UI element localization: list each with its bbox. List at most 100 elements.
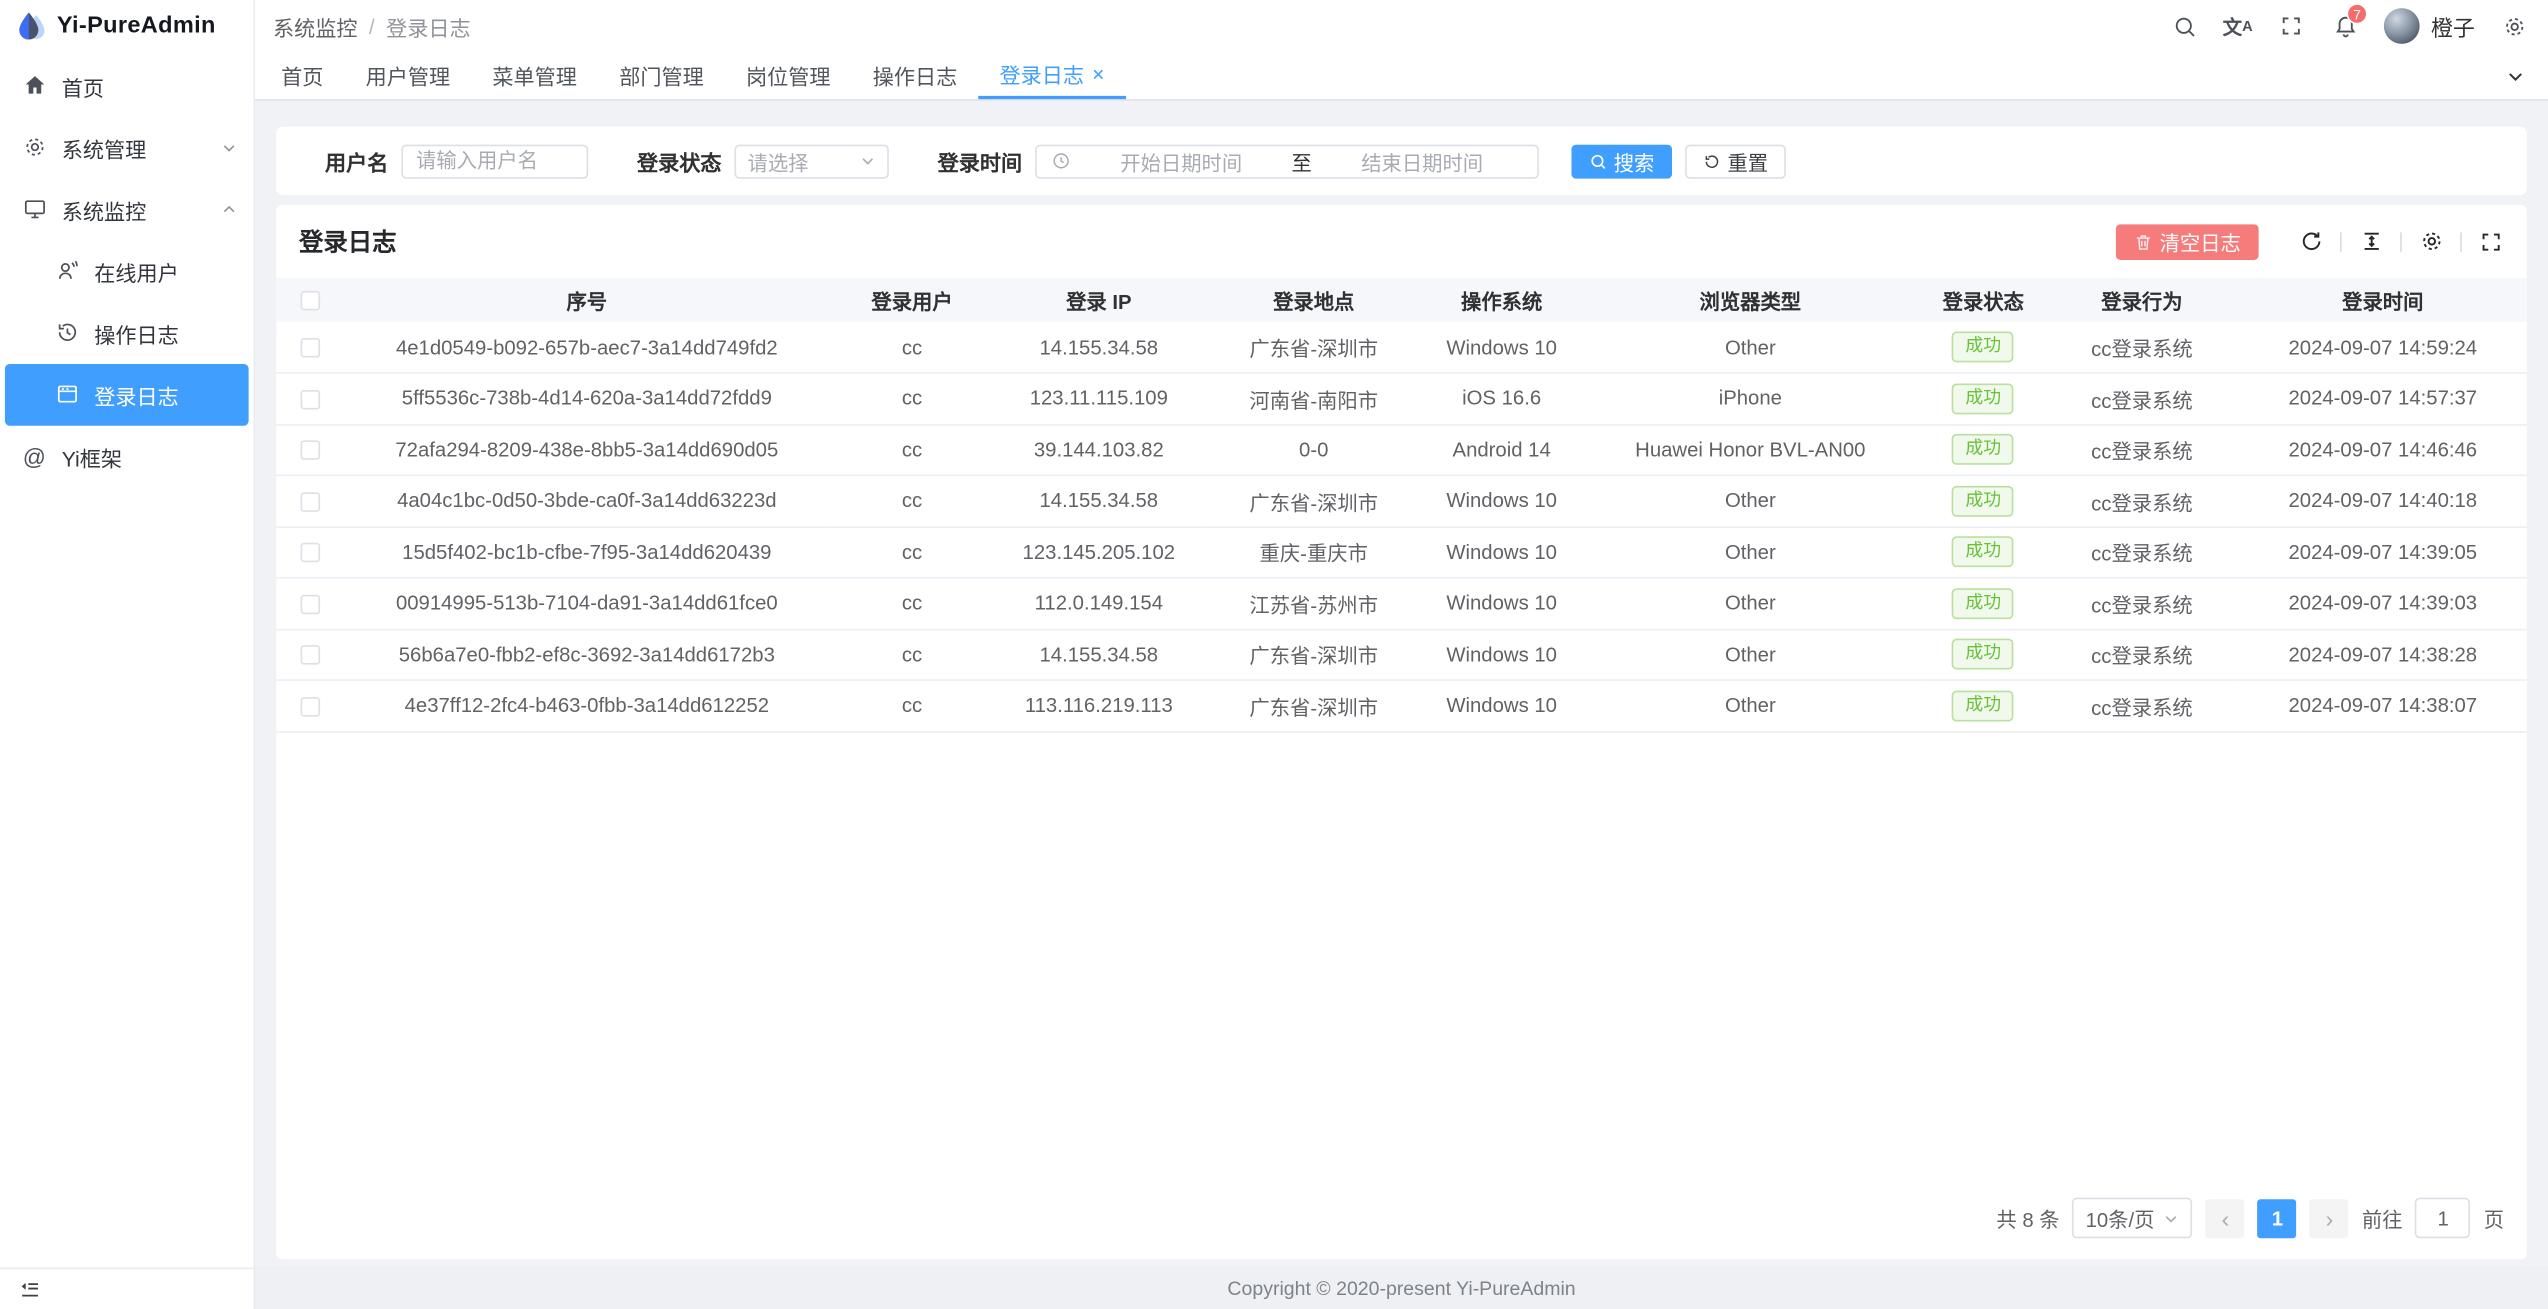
cell-location: 重庆-重庆市 (1203, 527, 1424, 578)
row-checkbox[interactable] (300, 390, 320, 410)
cell-ip: 113.116.219.113 (994, 680, 1203, 731)
reset-button[interactable]: 重置 (1685, 144, 1786, 178)
search-button[interactable]: 搜索 (1571, 144, 1672, 178)
goto-unit-label: 页 (2484, 1203, 2504, 1234)
column-header: 登录 IP (994, 278, 1203, 322)
tab-item[interactable]: 用户管理 (345, 52, 472, 99)
cell-browser: Other (1579, 578, 1921, 629)
table-row: 4a04c1bc-0d50-3bde-ca0f-3a14dd63223dcc14… (276, 475, 2527, 526)
chevron-down-icon (2164, 1210, 2180, 1226)
panel-header: 登录日志 清空日志 (276, 205, 2527, 278)
cell-location: 广东省-深圳市 (1203, 475, 1424, 526)
login-status-select[interactable]: 请选择 (735, 144, 889, 178)
prev-page-button[interactable]: ‹ (2206, 1198, 2245, 1237)
column-settings-gear-icon[interactable] (2418, 228, 2444, 254)
cell-time: 2024-09-07 14:59:24 (2239, 322, 2527, 373)
cell-behavior: cc登录系统 (2045, 475, 2239, 526)
table-row: 5ff5536c-738b-4d14-620a-3a14dd72fdd9cc12… (276, 373, 2527, 424)
cell-time: 2024-09-07 14:57:37 (2239, 373, 2527, 424)
fullscreen-icon[interactable] (2478, 228, 2504, 254)
fullscreen-icon[interactable] (2277, 11, 2306, 40)
cell-ip: 123.145.205.102 (994, 527, 1203, 578)
tab-label: 登录日志 (1000, 59, 1085, 90)
row-checkbox[interactable] (300, 492, 320, 512)
row-checkbox[interactable] (300, 543, 320, 563)
user-menu[interactable]: 橙子 (2384, 8, 2475, 44)
search-icon (1589, 152, 1607, 170)
row-checkbox[interactable] (300, 338, 320, 358)
divider (2340, 232, 2342, 252)
status-badge: 成功 (1952, 690, 2014, 721)
cell-time: 2024-09-07 14:38:07 (2239, 680, 2527, 731)
cell-browser: Other (1579, 527, 1921, 578)
sidebar-item-label: 系统管理 (62, 132, 147, 163)
select-all-checkbox[interactable] (300, 291, 320, 311)
row-checkbox[interactable] (300, 595, 320, 615)
tab-close-icon[interactable]: × (1092, 64, 1104, 84)
sidebar-item-label: 在线用户 (94, 256, 179, 287)
density-icon[interactable] (2358, 228, 2384, 254)
goto-page-input[interactable] (2416, 1198, 2471, 1239)
sidebar-item-online-users[interactable]: 在线用户 (0, 241, 254, 303)
next-page-button[interactable]: › (2310, 1198, 2349, 1237)
tab-item[interactable]: 登录日志 × (978, 52, 1125, 99)
tab-item[interactable]: 操作日志 (852, 52, 979, 99)
cell-browser: Huawei Honor BVL-AN00 (1579, 424, 1921, 475)
fold-sidebar-icon[interactable] (20, 1279, 41, 1300)
sidebar-item-home[interactable]: 首页 (0, 55, 254, 117)
table-row: 4e37ff12-2fc4-b463-0fbb-3a14dd612252cc11… (276, 680, 2527, 731)
sidebar-item-operation-log[interactable]: 操作日志 (0, 302, 254, 364)
page-number-button[interactable]: 1 (2258, 1198, 2297, 1237)
row-checkbox[interactable] (300, 441, 320, 461)
cell-id: 4a04c1bc-0d50-3bde-ca0f-3a14dd63223d (344, 475, 830, 526)
username-input[interactable] (401, 144, 588, 178)
row-checkbox[interactable] (300, 697, 320, 717)
cell-behavior: cc登录系统 (2045, 578, 2239, 629)
cell-status: 成功 (1921, 527, 2045, 578)
cell-os: Windows 10 (1424, 322, 1579, 373)
online-user-icon (55, 258, 81, 284)
tab-label: 部门管理 (619, 60, 704, 91)
refresh-icon[interactable] (2298, 228, 2324, 254)
user-avatar (2384, 8, 2420, 44)
search-icon[interactable] (2169, 11, 2198, 40)
trash-icon (2134, 232, 2154, 252)
settings-gear-icon[interactable] (2499, 11, 2528, 40)
tab-item[interactable]: 首页 (260, 52, 345, 99)
table-row: 56b6a7e0-fbb2-ef8c-3692-3a14dd6172b3cc14… (276, 629, 2527, 680)
sidebar-item-login-log[interactable]: 登录日志 (5, 364, 249, 426)
cell-id: 4e1d0549-b092-657b-aec7-3a14dd749fd2 (344, 322, 830, 373)
pagination: 共 8 条 10条/页 ‹ 1 › 前往 页 (276, 1198, 2504, 1239)
cell-location: 广东省-深圳市 (1203, 629, 1424, 680)
notification-bell-icon[interactable]: 7 (2330, 11, 2359, 40)
sidebar-item-system-monitor[interactable]: 系统监控 (0, 179, 254, 241)
page-size-select[interactable]: 10条/页 (2073, 1198, 2193, 1239)
cell-id: 56b6a7e0-fbb2-ef8c-3692-3a14dd6172b3 (344, 629, 830, 680)
column-header: 序号 (344, 278, 830, 322)
breadcrumb-current: 登录日志 (386, 11, 471, 42)
sidebar-item-system-manage[interactable]: 系统管理 (0, 117, 254, 179)
table-header-row: 序号登录用户登录 IP登录地点操作系统浏览器类型登录状态登录行为登录时间 (276, 278, 2527, 322)
logo[interactable]: Yi-PureAdmin (0, 0, 254, 52)
cell-status: 成功 (1921, 629, 2045, 680)
column-header: 登录时间 (2239, 278, 2527, 322)
divider (2400, 232, 2402, 252)
clear-log-button[interactable]: 清空日志 (2116, 223, 2259, 259)
sidebar-item-yi-framework[interactable]: @ Yi框架 (0, 426, 254, 488)
column-header: 浏览器类型 (1579, 278, 1921, 322)
sidebar-item-label: 首页 (62, 71, 104, 102)
row-checkbox[interactable] (300, 646, 320, 666)
breadcrumb-parent[interactable]: 系统监控 (273, 11, 358, 42)
cell-time: 2024-09-07 14:40:18 (2239, 475, 2527, 526)
sidebar-item-label: 操作日志 (94, 318, 179, 349)
cell-status: 成功 (1921, 578, 2045, 629)
cell-time: 2024-09-07 14:46:46 (2239, 424, 2527, 475)
date-range-picker[interactable]: 开始日期时间 至 结束日期时间 (1035, 144, 1539, 178)
tab-item[interactable]: 岗位管理 (725, 52, 852, 99)
sidebar-collapse-bar (0, 1268, 254, 1309)
tabs-dropdown-chevron-icon[interactable] (2483, 52, 2548, 99)
tab-item[interactable]: 菜单管理 (471, 52, 598, 99)
translate-icon[interactable]: 文A (2223, 11, 2252, 40)
tab-item[interactable]: 部门管理 (598, 52, 725, 99)
cell-id: 5ff5536c-738b-4d14-620a-3a14dd72fdd9 (344, 373, 830, 424)
